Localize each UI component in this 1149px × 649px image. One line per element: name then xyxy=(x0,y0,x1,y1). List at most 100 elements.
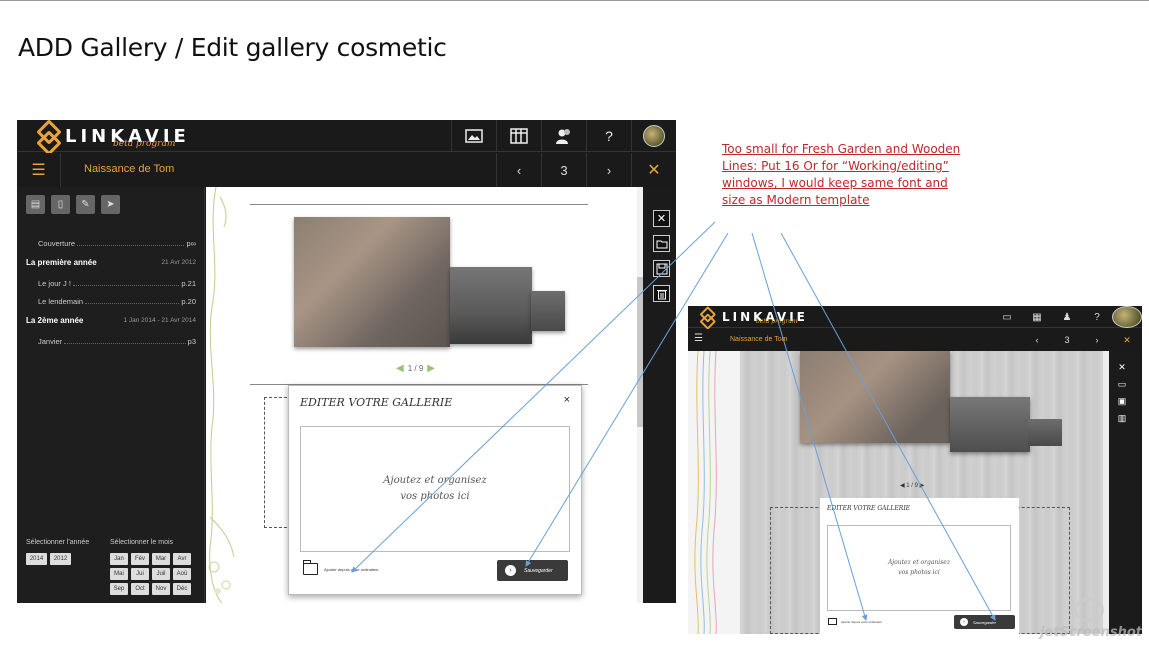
prev-page-icon[interactable]: ‹ xyxy=(496,153,541,187)
month-chip[interactable]: Aoû xyxy=(173,568,191,580)
month-chip[interactable]: Juil xyxy=(152,568,170,580)
gallery-counter-text: 1 / 9 xyxy=(407,364,424,373)
save-disk-icon[interactable]: ▣ xyxy=(1113,396,1131,413)
add-from-computer-button[interactable]: Ajouter depuis votre ordinateur xyxy=(303,560,379,575)
month-chip[interactable]: Jui xyxy=(131,568,149,580)
page-number: 3 xyxy=(541,153,586,187)
avatar-image xyxy=(1112,306,1142,328)
app-header: LINKAVIE beta program ? xyxy=(17,120,676,152)
month-chip[interactable]: Oct xyxy=(131,583,149,595)
drop-zone-line2: vos photos ici xyxy=(400,491,470,502)
new-page-icon[interactable]: ▯ xyxy=(51,195,70,214)
toc-item[interactable]: Le lendemain p.20 xyxy=(26,295,196,307)
gallery-photo-tertiary[interactable] xyxy=(1028,419,1062,446)
month-chip[interactable]: Mar xyxy=(152,553,170,565)
app-mockup-small: LINKAVIE beta program ▭ ▦ ♟ ? ☰ Naissanc… xyxy=(688,306,1142,634)
menu-icon[interactable]: ☰ xyxy=(17,153,61,187)
photo-drop-zone[interactable]: Ajoutez et organisez vos photos ici xyxy=(300,426,570,552)
month-chip[interactable]: Déc xyxy=(173,583,191,595)
save-disk-icon[interactable] xyxy=(653,260,670,277)
avatar[interactable] xyxy=(631,120,676,152)
month-chip[interactable]: Nov xyxy=(152,583,170,595)
toc-item-cover[interactable]: Couverture p∞ xyxy=(26,237,196,249)
gallery-icon[interactable]: ▭ xyxy=(992,306,1022,328)
toc-section-header[interactable]: La première année 21 Avr 2012 xyxy=(26,255,196,269)
folder-icon[interactable]: ▭ xyxy=(1113,379,1131,396)
scrollbar-track[interactable] xyxy=(1103,351,1109,634)
logo-mark-icon xyxy=(37,123,57,149)
trash-icon[interactable]: ▥ xyxy=(1113,413,1131,430)
page-settings-icon[interactable]: ▤ xyxy=(26,195,45,214)
add-from-computer-button[interactable]: Ajouter depuis votre ordinateur xyxy=(828,618,882,625)
trash-icon[interactable] xyxy=(653,285,670,302)
users-icon[interactable]: ♟ xyxy=(1052,306,1082,328)
sidebar: ▤ ▯ ✎ ➤ Couverture p∞ La première année … xyxy=(17,187,205,603)
save-button[interactable]: › Sauvegarder xyxy=(954,615,1015,629)
gallery-next-icon[interactable]: ▶ xyxy=(427,363,435,374)
gallery-photo-secondary[interactable] xyxy=(450,267,532,344)
small-logo-subtitle: beta program xyxy=(756,318,798,325)
month-chip[interactable]: Jan xyxy=(110,553,128,565)
gallery-prev-icon[interactable]: ◀ xyxy=(396,363,404,374)
help-icon[interactable]: ? xyxy=(1082,306,1112,328)
album-title: Naissance de Tom xyxy=(84,163,175,175)
editor-title: EDITER VOTRE GALLERIE xyxy=(827,505,911,512)
wooden-lines-decoration xyxy=(688,351,740,634)
gallery-prev-icon[interactable]: ◀ xyxy=(900,483,905,489)
save-button[interactable]: › Sauvegarder xyxy=(497,560,568,581)
gallery-photo-secondary[interactable] xyxy=(950,397,1030,452)
page-navigator: ‹ 3 › ✕ xyxy=(496,153,676,187)
edit-icon[interactable]: ✎ xyxy=(76,195,95,214)
editor-close-icon[interactable]: × xyxy=(564,394,570,406)
small-page-navigator: ‹ 3 › ✕ xyxy=(1022,329,1142,351)
gallery-photo-main[interactable] xyxy=(800,351,950,443)
year-label: Sélectionner l'année xyxy=(26,539,90,546)
next-page-icon[interactable]: › xyxy=(1082,329,1112,351)
header-icons: ? xyxy=(451,120,676,152)
tools-icon[interactable]: ✕ xyxy=(1112,329,1142,351)
month-chip[interactable]: Fév xyxy=(131,553,149,565)
gallery-icon[interactable] xyxy=(451,120,496,152)
tools-icon[interactable]: ✕ xyxy=(631,153,676,187)
next-page-icon[interactable]: › xyxy=(586,153,631,187)
gallery-photo-tertiary[interactable] xyxy=(531,291,565,331)
drop-zone-line1: Ajoutez et organisez xyxy=(887,559,951,566)
month-label: Sélectionner le mois xyxy=(110,539,174,546)
save-label: Sauvegarder xyxy=(973,619,996,625)
app-subbar: ☰ Naissance de Tom ‹ 3 › ✕ xyxy=(17,153,676,187)
layout-icon[interactable] xyxy=(496,120,541,152)
gallery-editor-dialog: EDITER VOTRE GALLERIE × Ajoutez et organ… xyxy=(288,385,582,595)
save-label: Sauvegarder xyxy=(524,567,553,574)
month-chip[interactable]: Mai xyxy=(110,568,128,580)
gallery-next-icon[interactable]: ▶ xyxy=(920,483,925,489)
prev-page-icon[interactable]: ‹ xyxy=(1022,329,1052,351)
year-chip[interactable]: 2012 xyxy=(50,553,71,565)
close-icon[interactable]: ✕ xyxy=(653,210,670,227)
menu-icon[interactable]: ☰ xyxy=(694,333,703,344)
note-line: Lines: Put 16 Or for “Working/editing” xyxy=(722,159,949,173)
toc-item[interactable]: Janvier p3 xyxy=(26,335,196,347)
small-app-header: LINKAVIE beta program ▭ ▦ ♟ ? xyxy=(688,306,1142,328)
small-page-canvas: ◀ 1 / 9 ▶ EDITER VOTRE GALLERIE Ajoutez … xyxy=(688,351,1103,634)
app-mockup-large: LINKAVIE beta program ? ☰ Naissance de T… xyxy=(17,120,676,603)
help-icon[interactable]: ? xyxy=(586,120,631,152)
small-right-action-rail: ✕ ▭ ▣ ▥ xyxy=(1113,362,1131,430)
gallery-photo-main[interactable] xyxy=(294,217,450,347)
layout-icon[interactable]: ▦ xyxy=(1022,306,1052,328)
avatar[interactable] xyxy=(1112,306,1142,328)
toc-item[interactable]: Le jour J ! p.21 xyxy=(26,277,196,289)
review-note: Too small for Fresh Garden and Wooden Li… xyxy=(722,141,962,209)
drop-zone-line2: vos photos ici xyxy=(898,569,940,576)
close-icon[interactable]: ✕ xyxy=(1113,362,1131,379)
arrow-right-icon: › xyxy=(960,618,968,626)
users-icon[interactable] xyxy=(541,120,586,152)
cursor-icon[interactable]: ➤ xyxy=(101,195,120,214)
toc-section-header[interactable]: La 2ème année 1 Jan 2014 - 21 Avr 2014 xyxy=(26,313,196,327)
folder-icon[interactable] xyxy=(653,235,670,252)
month-chip[interactable]: Avr xyxy=(173,553,191,565)
small-album-title: Naissance de Tom xyxy=(730,336,788,343)
gallery-counter: ◀ 1 / 9 ▶ xyxy=(396,363,435,374)
year-chip[interactable]: 2014 xyxy=(26,553,47,565)
month-chip[interactable]: Sep xyxy=(110,583,128,595)
photo-drop-zone[interactable]: Ajoutez et organisez vos photos ici xyxy=(827,525,1011,611)
